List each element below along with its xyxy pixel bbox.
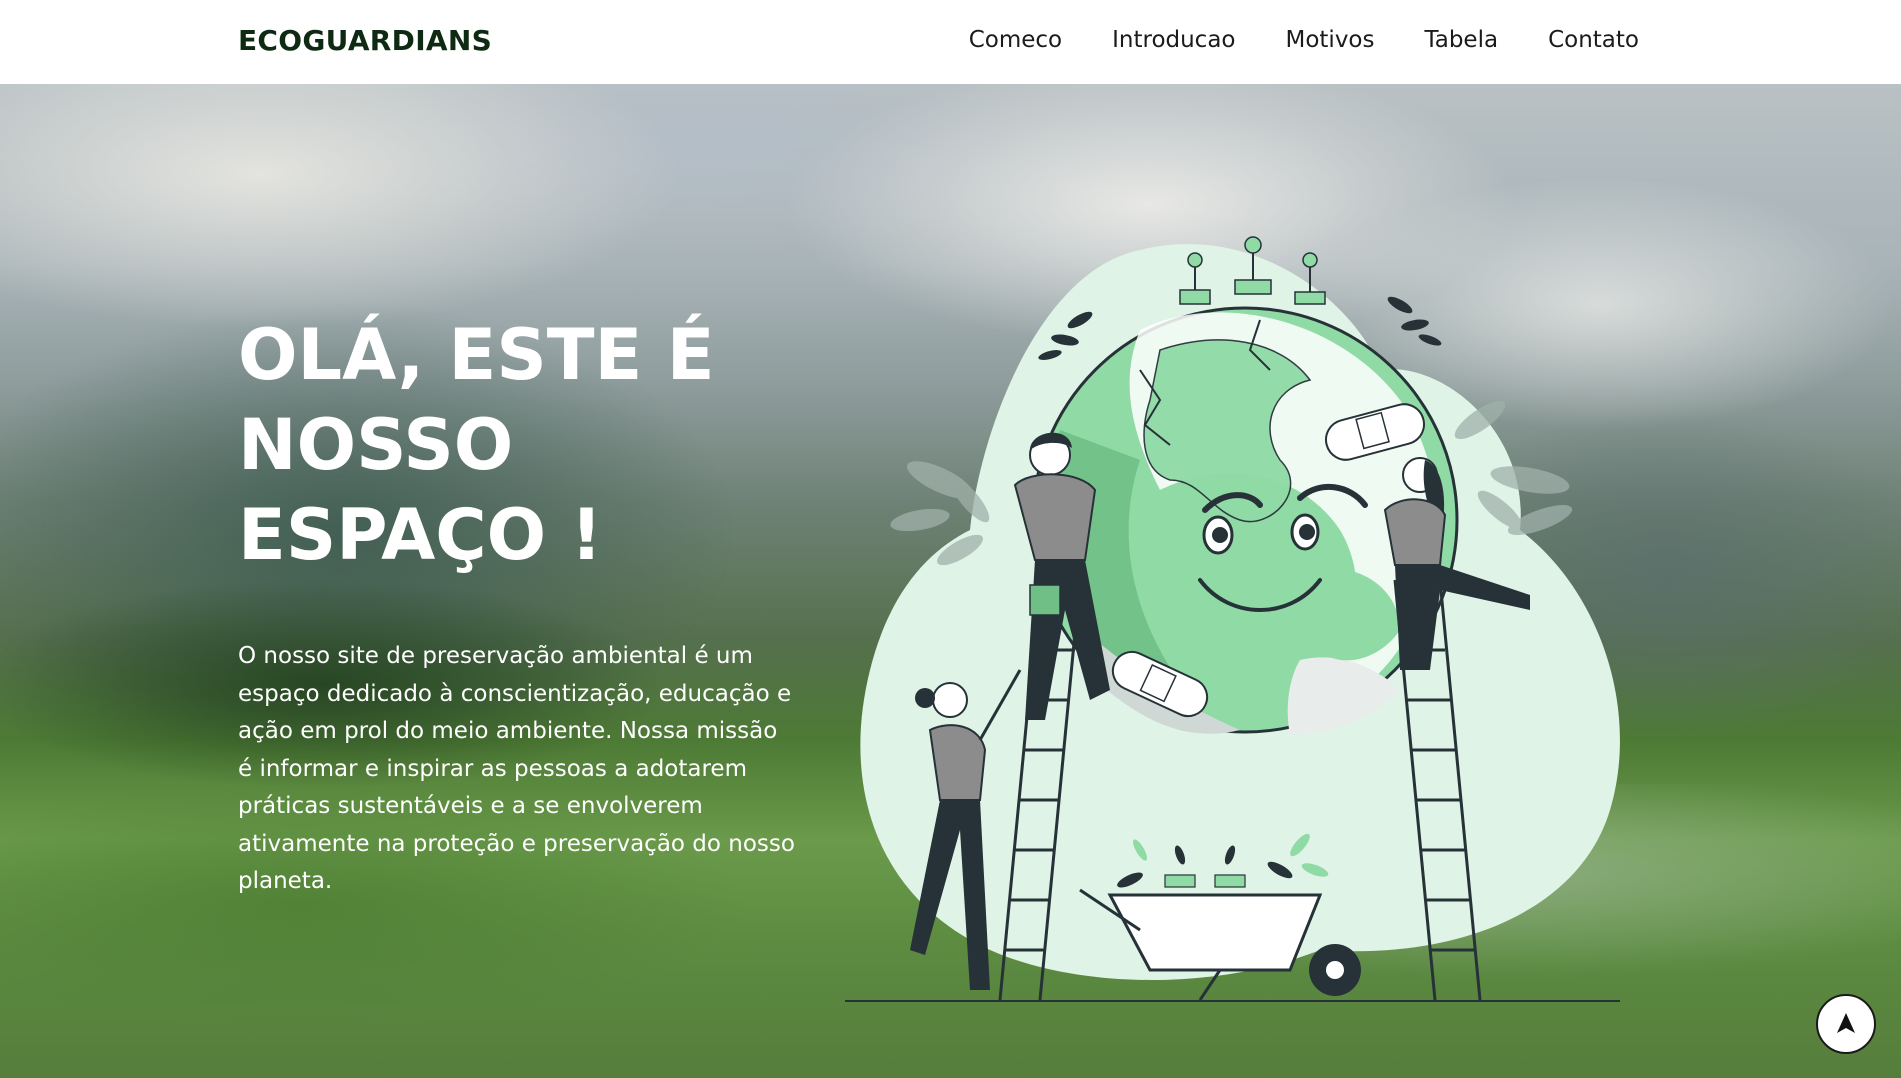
earth-care-illustration-svg (845, 236, 1620, 1002)
back-to-top-button[interactable] (1816, 994, 1876, 1054)
arrow-up-icon (1835, 1011, 1857, 1038)
hero-title-line-2: NOSSO (238, 404, 514, 486)
nav-link-motivos[interactable]: Motivos (1286, 27, 1375, 53)
site-logo[interactable]: ECOGUARDIANS (238, 24, 492, 57)
top-navbar: ECOGUARDIANS Comeco Introducao Motivos T… (0, 0, 1901, 84)
nav-link-introducao[interactable]: Introducao (1112, 27, 1235, 53)
nav-link-contato[interactable]: Contato (1548, 27, 1639, 53)
earth-care-illustration (840, 230, 1660, 1010)
hero-title: OLÁ, ESTE É NOSSO ESPAÇO ! (238, 310, 798, 580)
hero-title-line-3: ESPAÇO ! (238, 494, 603, 576)
hero-description: O nosso site de preservação ambiental é … (238, 643, 795, 894)
nav-link-tabela[interactable]: Tabela (1425, 27, 1499, 53)
nav-link-comeco[interactable]: Comeco (969, 27, 1062, 53)
hero-title-line-1: OLÁ, ESTE É (238, 314, 715, 396)
main-nav: Comeco Introducao Motivos Tabela Contato (969, 27, 1639, 53)
